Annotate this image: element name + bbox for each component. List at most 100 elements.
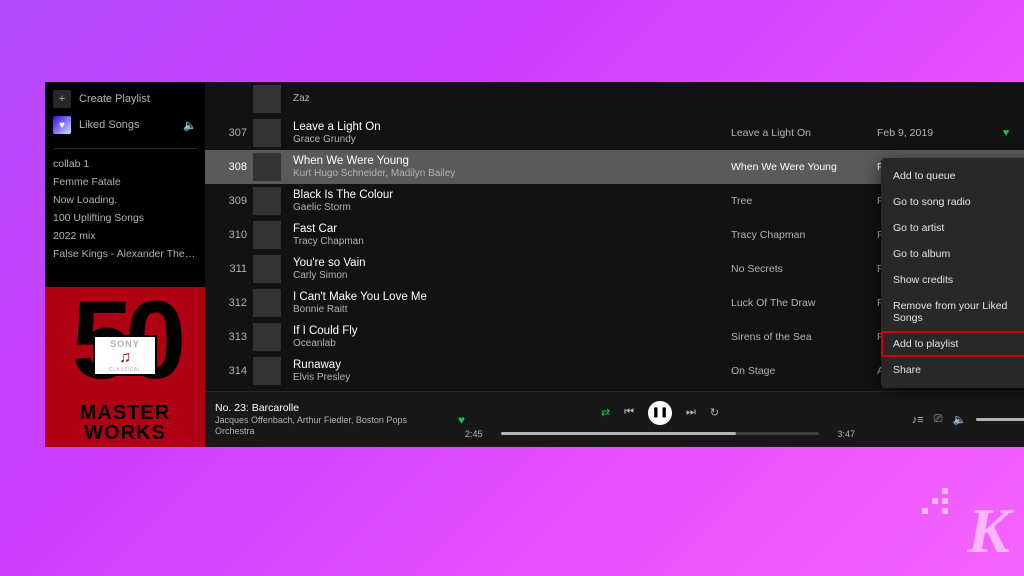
sidebar-playlist-item[interactable]: Femme Fatale [53, 173, 197, 191]
app-window: + Create Playlist ♥ Liked Songs 🔈 collab… [45, 82, 980, 447]
now-playing-subtitle: Jacques Offenbach, Arthur Fiedler, Bosto… [215, 415, 448, 438]
context-menu-label: Go to album [893, 248, 950, 260]
heart-icon: ♥ [53, 116, 71, 134]
cover-logo: SONY ♫ CLASSICAL [93, 335, 157, 376]
track-meta: You're so Vain Carly Simon [293, 256, 725, 283]
track-album: On Stage [731, 365, 871, 377]
heart-icon[interactable]: ♥ [458, 413, 465, 427]
sidebar-playlist-item[interactable]: 2022 mix [53, 227, 197, 245]
track-title: When We Were Young [293, 154, 725, 168]
context-menu-label: Go to artist [893, 222, 944, 234]
track-title: Fast Car [293, 222, 725, 236]
sidebar-playlist-item[interactable]: collab 1 [53, 155, 197, 173]
track-artist: Elvis Presley [293, 372, 725, 385]
previous-icon[interactable]: ⏮ [624, 406, 634, 419]
track-meta: When We Were Young Kurt Hugo Schneider, … [293, 154, 725, 181]
track-row-partial[interactable]: Zaz [205, 82, 1024, 116]
liked-songs-label: Liked Songs [79, 119, 175, 131]
control-buttons: ⇄ ⏮ ❚❚ ⏭ ↻ [601, 401, 719, 425]
volume-slider[interactable] [976, 418, 1024, 421]
context-menu: Add to queueGo to song radioGo to artist… [881, 158, 1024, 388]
cover-works: WORKS [45, 423, 205, 443]
track-index: 309 [215, 195, 247, 207]
track-meta: If I Could Fly Oceanlab [293, 324, 725, 351]
album-art [253, 289, 281, 317]
queue-icon[interactable]: ♪≡ [912, 414, 924, 426]
track-artist: Kurt Hugo Schneider, Madilyn Bailey [293, 168, 725, 181]
elapsed-time: 2:45 [465, 429, 493, 439]
track-title: Black Is The Colour [293, 188, 725, 202]
album-art [253, 187, 281, 215]
now-playing-right: ♪≡ ⎚ 🔈 ⤢ [855, 413, 1024, 426]
context-menu-item[interactable]: Add to playlist▶ [881, 331, 1024, 357]
album-art [253, 153, 281, 181]
context-menu-item[interactable]: Add to queue [881, 163, 1024, 189]
album-art [253, 323, 281, 351]
context-menu-item[interactable]: Go to album [881, 241, 1024, 267]
track-index: 314 [215, 365, 247, 377]
track-meta: Black Is The Colour Gaelic Storm [293, 188, 725, 215]
track-date: Feb 9, 2019 [877, 127, 987, 139]
main-panel: Zaz 307 Leave a Light On Grace Grundy Le… [205, 82, 1024, 447]
context-menu-item[interactable]: Remove from your Liked Songs [881, 293, 1024, 331]
sidebar-playlist-item[interactable]: Now Loading. [53, 191, 197, 209]
seek-bar[interactable]: 2:45 3:47 [465, 429, 855, 439]
volume-fill [976, 418, 1024, 421]
create-playlist[interactable]: + Create Playlist [53, 86, 197, 112]
track-album: Leave a Light On [731, 127, 871, 139]
track-index: 310 [215, 229, 247, 241]
context-menu-item[interactable]: Go to song radio [881, 189, 1024, 215]
context-menu-label: Share [893, 364, 921, 376]
album-art [253, 255, 281, 283]
context-menu-label: Add to queue [893, 170, 955, 182]
note-icon: ♫ [95, 349, 155, 367]
track-artist: Tracy Chapman [293, 236, 725, 249]
context-menu-item[interactable]: Share▶ [881, 357, 1024, 383]
track-meta: Runaway Elvis Presley [293, 358, 725, 385]
album-art [253, 119, 281, 147]
cover-classical-text: CLASSICAL [95, 367, 155, 373]
volume-icon[interactable]: 🔈 [952, 413, 966, 426]
context-menu-label: Show credits [893, 274, 953, 286]
track-album: Tracy Chapman [731, 229, 871, 241]
track-row[interactable]: 307 Leave a Light On Grace Grundy Leave … [205, 116, 1024, 150]
album-art [253, 85, 281, 113]
track-artist: Grace Grundy [293, 134, 725, 147]
next-icon[interactable]: ⏭ [686, 406, 696, 419]
album-art [253, 221, 281, 249]
context-menu-item[interactable]: Go to artist▶ [881, 215, 1024, 241]
speaker-icon: 🔈 [183, 119, 197, 132]
context-menu-label: Remove from your Liked Songs [893, 300, 1024, 324]
now-playing-bar: No. 23: Barcarolle Jacques Offenbach, Ar… [205, 391, 1024, 447]
track-index: 312 [215, 297, 247, 309]
track-index: 311 [215, 263, 247, 275]
now-playing-left: No. 23: Barcarolle Jacques Offenbach, Ar… [215, 402, 465, 438]
devices-icon[interactable]: ⎚ [934, 413, 943, 426]
liked-songs[interactable]: ♥ Liked Songs 🔈 [53, 112, 197, 138]
track-index: 307 [215, 127, 247, 139]
sidebar-playlist-item[interactable]: 100 Uplifting Songs [53, 209, 197, 227]
now-playing-info: No. 23: Barcarolle Jacques Offenbach, Ar… [215, 402, 448, 438]
sidebar-top: + Create Playlist ♥ Liked Songs 🔈 [45, 82, 205, 144]
plus-icon: + [53, 90, 71, 108]
track-album: Luck Of The Draw [731, 297, 871, 309]
track-title: Runaway [293, 358, 725, 372]
sidebar: + Create Playlist ♥ Liked Songs 🔈 collab… [45, 82, 205, 447]
context-menu-item[interactable]: Show credits [881, 267, 1024, 293]
heart-icon[interactable]: ♥ [993, 127, 1019, 139]
watermark-k: K [967, 494, 1010, 568]
progress-fill [501, 432, 736, 435]
pause-button[interactable]: ❚❚ [648, 401, 672, 425]
track-artist: Gaelic Storm [293, 202, 725, 215]
track-artist: Oceanlab [293, 338, 725, 351]
track-album: No Secrets [731, 263, 871, 275]
track-album: Tree [731, 195, 871, 207]
progress-track[interactable] [501, 432, 819, 435]
sidebar-playlist-item[interactable]: False Kings - Alexander The… [53, 245, 197, 263]
cover-master: MASTER [45, 403, 205, 423]
cover-sony-text: SONY [95, 339, 155, 349]
repeat-icon[interactable]: ↻ [710, 406, 719, 419]
playlist-list: collab 1Femme FataleNow Loading.100 Upli… [45, 153, 205, 265]
shuffle-icon[interactable]: ⇄ [601, 406, 610, 419]
album-cover[interactable]: 50 SONY ♫ CLASSICAL MASTER WORKS [45, 287, 205, 447]
